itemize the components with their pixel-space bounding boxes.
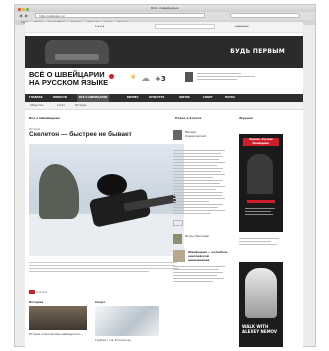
car-grille: [55, 54, 99, 60]
subnav-item[interactable]: История: [75, 102, 86, 109]
blog-author[interactable]: Игорь Николаев: [173, 234, 228, 244]
site-logo[interactable]: ВСЁ О ШВЕЙЦАРИИ НА РУССКОМ ЯЗЫКЕ: [29, 71, 108, 87]
main-article[interactable]: История Скелетон — быстрее не бывает: [29, 128, 184, 138]
author-name[interactable]: Игорь Николаев: [185, 234, 215, 244]
nav-item[interactable]: ГЛАВНАЯ: [29, 94, 42, 102]
tree-shape: [39, 164, 79, 219]
nav-item[interactable]: БИЗНЕС: [127, 94, 138, 102]
zoom-icon[interactable]: [26, 8, 29, 11]
author-name[interactable]: Михаил Ходорковский: [185, 130, 215, 140]
sport-thumbnail[interactable]: [95, 306, 159, 336]
walk-ad-title: WALK WITH ALEXEY NEMOV: [242, 324, 277, 334]
portrait-image: [245, 268, 277, 318]
logo-line-2: НА РУССКОМ ЯЗЫКЕ: [29, 78, 109, 87]
article-excerpt: [29, 262, 179, 274]
share-icons[interactable]: ▪ ▪ ▪ ▪: [36, 290, 47, 294]
banner-slogan: БУДЬ ПЕРВЫМ: [230, 48, 285, 55]
article-photo[interactable]: [29, 144, 184, 256]
history-thumbnail[interactable]: [29, 306, 87, 330]
nav-item[interactable]: КУЛЬТУРА: [149, 94, 164, 102]
blog-teaser-2[interactable]: [173, 266, 228, 282]
web-page: ▪ ▪ ▪ ▪ ▪▪▪▪▪▪▪▪ БУДЬ ПЕРВЫМ ВСЁ О ШВЕЙЦ…: [25, 22, 303, 347]
header-teaser[interactable]: [197, 73, 257, 82]
article-headline[interactable]: Скелетон — быстрее не бывает: [29, 131, 184, 138]
blog-post[interactable]: Швейцария — колыбель европейской цивилиз…: [173, 250, 228, 262]
sub-nav: Общество Спорт История: [25, 102, 303, 110]
car-image: [45, 40, 109, 64]
site-search-input[interactable]: [155, 24, 215, 29]
cloud-icon: ☁: [141, 74, 150, 84]
nav-item[interactable]: НОВОСТИ: [53, 94, 67, 102]
subnav-item[interactable]: Общество: [30, 102, 43, 109]
main-nav: ГЛАВНАЯ НОВОСТИ ВСЁ О ШВЕЙЦАРИИ БИЗНЕС К…: [25, 94, 303, 102]
author-avatar: [173, 130, 182, 140]
magazine-ad-title: Журнал «Русская Швейцария»: [243, 138, 279, 146]
close-icon[interactable]: [18, 8, 21, 11]
window-title: Всё о Швейцарии: [151, 6, 179, 10]
nav-item[interactable]: ЖИЗНЬ: [179, 94, 190, 102]
top-strip-icons[interactable]: ▪ ▪ ▪ ▪: [95, 25, 104, 28]
window-titlebar: Всё о Швейцарии: [15, 5, 315, 12]
sport-caption[interactable]: Глубина с гор. В погоне за...: [95, 339, 159, 342]
minimize-icon[interactable]: [22, 8, 25, 11]
magazine-ad[interactable]: Журнал «Русская Швейцария»: [239, 134, 283, 232]
back-icon[interactable]: ◀: [19, 13, 22, 18]
walk-ad[interactable]: WALK WITH ALEXEY NEMOV: [239, 262, 283, 347]
bottom-section-title: Спорт: [95, 300, 106, 304]
blog-column: Михаил Ходорковский Игорь Николаев Швейц…: [173, 122, 228, 284]
logo-dot-icon: [109, 74, 114, 79]
address-bar[interactable]: http://allswiss.ru/: [35, 13, 205, 18]
subnav-item[interactable]: Спорт: [57, 102, 65, 109]
section-title-right: Журнал: [239, 116, 254, 120]
more-button[interactable]: [173, 220, 183, 226]
avatar: [185, 72, 193, 82]
search-input[interactable]: [230, 13, 300, 18]
author-avatar: [173, 234, 182, 244]
section-title-left: Всё о Швейцарии: [29, 116, 60, 120]
right-teaser[interactable]: [239, 238, 283, 247]
bottom-section-title: История: [29, 300, 44, 304]
history-caption[interactable]: История и перспективы швейцарского...: [29, 333, 89, 336]
blog-teaser[interactable]: [173, 150, 228, 214]
share-button[interactable]: [29, 290, 35, 294]
nav-item-active[interactable]: ВСЁ О ШВЕЙЦАРИИ: [77, 94, 110, 102]
nav-item[interactable]: СПОРТ: [203, 94, 213, 102]
post-title[interactable]: Швейцария — колыбель европейской цивилиз…: [188, 250, 228, 262]
ad-banner[interactable]: БУДЬ ПЕРВЫМ: [25, 36, 303, 68]
post-thumbnail: [173, 250, 185, 262]
blog-author[interactable]: Михаил Ходорковский: [173, 130, 228, 140]
browser-toolbar: ◀ ▶ http://allswiss.ru/: [15, 12, 315, 20]
nav-item[interactable]: НАУКА: [225, 94, 235, 102]
section-title-middle: Новое в блогах: [175, 116, 202, 120]
share-bar[interactable]: ▪ ▪ ▪ ▪: [29, 290, 47, 294]
sun-icon: ☀: [129, 73, 138, 83]
login-link[interactable]: ▪▪▪▪▪▪▪▪: [235, 25, 249, 28]
top-strip: ▪ ▪ ▪ ▪ ▪▪▪▪▪▪▪▪: [25, 22, 303, 33]
weather-temp: +3: [155, 75, 166, 83]
ad-text: [245, 208, 277, 217]
forward-icon[interactable]: ▶: [25, 13, 28, 18]
ad-bar: [247, 200, 275, 203]
portrait-image: [247, 154, 273, 194]
